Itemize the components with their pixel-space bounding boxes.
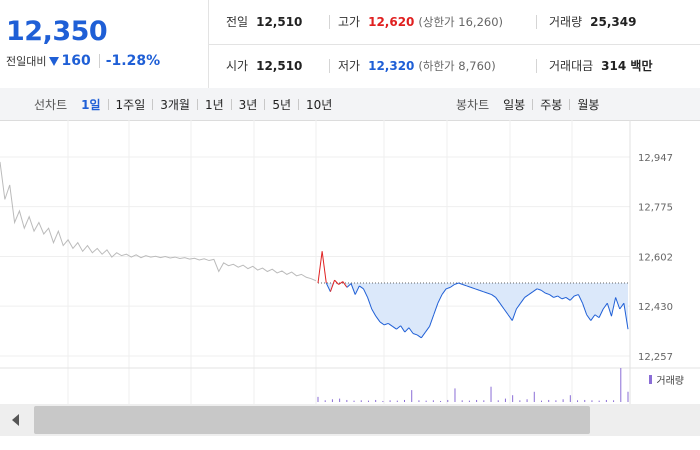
y-tick-label: 12,947	[638, 153, 673, 164]
volume-value: 25,349	[590, 15, 637, 29]
high-value: 12,620	[368, 15, 415, 29]
tab-3-years[interactable]: 3년	[239, 96, 258, 113]
tab-10-years[interactable]: 10년	[306, 96, 332, 113]
quote-panel: 12,350 전일대비 160 -1.28% 전일 12,510 고가 12,620…	[0, 0, 700, 89]
price-chart[interactable]: 12,947 12,775 12,602 12,430 12,257	[0, 120, 700, 404]
quote-row-1: 전일 12,510 고가 12,620 (상한가 16,260) 거래량 25,349	[209, 0, 700, 45]
current-price: 12,350	[6, 16, 108, 47]
change-amount: 160	[61, 53, 91, 69]
candle-chart-tabs: 봉차트 일봉 주봉 월봉	[456, 88, 599, 120]
high-price: 고가 12,620 (상한가 16,260)	[338, 0, 503, 44]
high-label: 고가	[338, 15, 361, 29]
low-value: 12,320	[368, 59, 415, 73]
volume-legend-label: 거래량	[656, 376, 684, 387]
tab-3-months[interactable]: 3개월	[160, 96, 190, 113]
divider	[152, 98, 154, 110]
open-value: 12,510	[256, 59, 303, 73]
divider	[298, 98, 300, 110]
divider	[264, 98, 266, 110]
trade-value-label: 거래대금	[549, 59, 594, 73]
divider	[532, 98, 534, 110]
trade-value: 거래대금 314 백만	[549, 44, 652, 88]
change-rate: -1.28%	[105, 53, 161, 69]
volume-swatch	[649, 375, 653, 384]
divider	[107, 98, 109, 110]
low-price: 저가 12,320 (하한가 8,760)	[338, 44, 496, 88]
volume-label: 거래량	[549, 15, 583, 29]
tab-monthly[interactable]: 월봉	[577, 96, 599, 113]
y-tick-label: 12,602	[638, 253, 673, 264]
tab-1-day[interactable]: 1일	[81, 96, 100, 113]
tab-daily[interactable]: 일봉	[503, 96, 525, 113]
candle-chart-title: 봉차트	[456, 97, 490, 112]
divider	[536, 59, 537, 73]
upper-limit: (상한가 16,260)	[418, 15, 504, 29]
divider	[98, 54, 100, 68]
open-price: 시가 12,510	[226, 44, 302, 88]
y-tick-label: 12,775	[638, 203, 673, 214]
down-triangle-icon	[49, 56, 60, 66]
tab-5-years[interactable]: 5년	[272, 96, 291, 113]
stock-chart-widget: 12,350 전일대비 160 -1.28% 전일 12,510 고가 12,620…	[0, 0, 700, 450]
tab-weekly[interactable]: 주봉	[540, 96, 562, 113]
chart-period-bar: 선차트 1일 1주일 3개월 1년 3년 5년 10년 봉차트 일봉 주봉 월봉	[0, 88, 700, 121]
divider	[196, 98, 198, 110]
scroll-left-button[interactable]	[0, 404, 30, 436]
y-tick-label: 12,257	[638, 352, 673, 363]
volume: 거래량 25,349	[549, 0, 636, 44]
y-tick-label: 12,430	[638, 302, 673, 313]
quote-row-2: 시가 12,510 저가 12,320 (하한가 8,760) 거래대금 314 백만	[209, 44, 700, 88]
low-label: 저가	[338, 59, 361, 73]
line-chart-tabs: 선차트 1일 1주일 3개월 1년 3년 5년 10년	[34, 88, 332, 120]
prev-close-value: 12,510	[256, 15, 303, 29]
line-chart-title: 선차트	[34, 97, 68, 112]
tab-1-week[interactable]: 1주일	[116, 96, 146, 113]
prev-close-label: 전일	[226, 15, 249, 29]
divider	[329, 15, 330, 29]
current-price-box: 12,350 전일대비 160 -1.28%	[0, 0, 209, 88]
trade-value-value: 314 백만	[601, 59, 653, 73]
divider	[329, 59, 330, 73]
divider	[569, 98, 571, 110]
divider	[536, 15, 537, 29]
open-label: 시가	[226, 59, 249, 73]
change-label: 전일대비	[6, 55, 47, 68]
divider	[230, 98, 232, 110]
volume-legend: 거래량	[649, 372, 684, 387]
prev-close: 전일 12,510	[226, 0, 302, 44]
tab-1-year[interactable]: 1년	[205, 96, 224, 113]
chart-scrollbar[interactable]	[0, 404, 700, 436]
price-segment	[334, 279, 340, 285]
arrow-left-icon	[11, 414, 19, 426]
prev-day-line	[0, 161, 317, 282]
change-row: 전일대비 160 -1.28%	[6, 53, 160, 69]
lower-limit: (하한가 8,760)	[418, 59, 496, 73]
scroll-thumb[interactable]	[34, 406, 590, 434]
